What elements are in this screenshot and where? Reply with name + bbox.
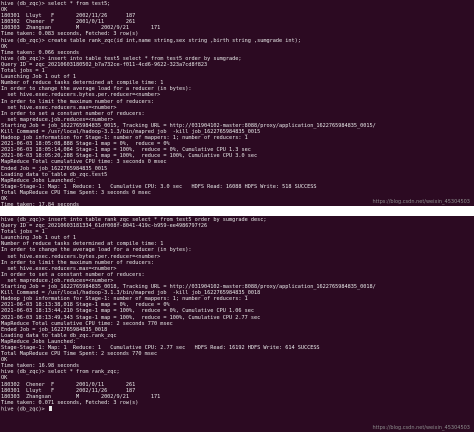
text-cursor — [48, 405, 52, 411]
watermark: https://blog.csdn.net/weixin_45304503 — [372, 425, 470, 431]
terminal-output-top: hive (db_zqc)> select * from test5; OK 180… — [1, 1, 474, 206]
terminal-window-bottom[interactable]: hive (db_zqc)> insert into table rank_zq… — [0, 216, 474, 432]
terminal-output-bottom: hive (db_zqc)> insert into table rank_zq… — [1, 217, 474, 412]
watermark: https://blog.csdn.net/weixin_45304503 — [372, 199, 470, 205]
terminal-prompt: hive (db_zqc)> — [1, 406, 48, 412]
terminal-window-top[interactable]: hive (db_zqc)> select * from test5; OK 180… — [0, 0, 474, 206]
terminal-prompt-line[interactable]: hive (db_zqc)> — [1, 405, 474, 412]
